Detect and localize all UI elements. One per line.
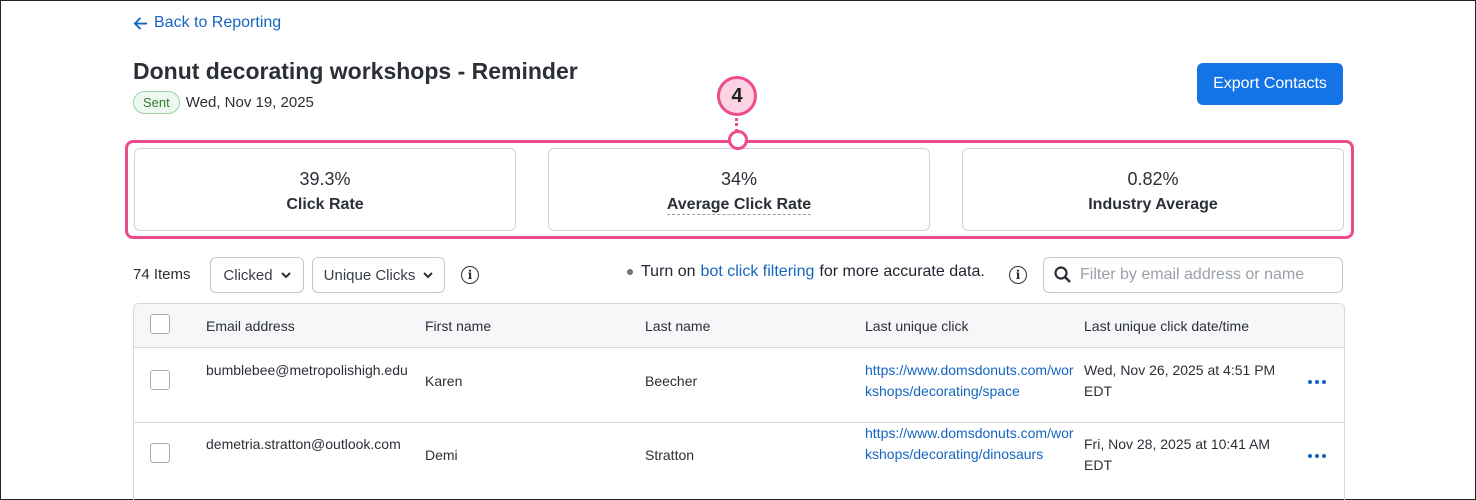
info-icon[interactable]: i — [1009, 266, 1027, 284]
status-badge: Sent — [133, 91, 180, 114]
table-row: bumblebee@metropolishigh.edu Karen Beech… — [134, 348, 1344, 423]
bot-note-suffix: for more accurate data. — [819, 263, 985, 280]
export-contacts-button[interactable]: Export Contacts — [1197, 63, 1343, 105]
dropdown-value: Clicked — [223, 266, 273, 284]
back-label: Back to Reporting — [154, 14, 282, 31]
click-datetime-cell: Wed, Nov 26, 2025 at 4:51 PM EDT — [1084, 362, 1276, 399]
email-cell: bumblebee@metropolishigh.edu — [206, 362, 408, 378]
first-name-cell: Demi — [425, 447, 458, 463]
row-checkbox[interactable] — [150, 443, 170, 463]
filter-type-dropdown[interactable]: Clicked — [210, 257, 304, 293]
items-count: 74 Items — [133, 266, 191, 283]
contacts-table: Email address First name Last name Last … — [133, 303, 1345, 500]
table-header: Email address First name Last name Last … — [134, 304, 1344, 348]
bot-filter-notice: Turn on bot click filtering for more acc… — [627, 263, 985, 281]
row-checkbox[interactable] — [150, 370, 170, 390]
last-name-cell: Beecher — [645, 373, 698, 389]
page-title: Donut decorating workshops - Reminder — [133, 58, 578, 84]
callout-highlight-box — [125, 140, 1354, 239]
callout-number-badge: 4 — [717, 76, 757, 116]
callout-anchor-ring — [728, 130, 748, 150]
last-name-cell: Stratton — [645, 447, 695, 463]
email-cell: demetria.stratton@outlook.com — [206, 436, 401, 452]
chevron-down-icon — [280, 272, 291, 279]
search-box[interactable] — [1043, 257, 1343, 293]
bot-note-prefix: Turn on — [641, 263, 696, 280]
more-options-icon[interactable] — [1308, 378, 1328, 386]
column-header-email[interactable]: Email address — [206, 318, 295, 334]
column-header-click-datetime[interactable]: Last unique click date/time — [1084, 318, 1249, 334]
info-icon[interactable]: i — [461, 266, 479, 284]
bot-click-filtering-link[interactable]: bot click filtering — [701, 263, 815, 281]
back-to-reporting-link[interactable]: Back to Reporting — [133, 14, 281, 32]
search-icon — [1054, 266, 1071, 283]
last-click-link[interactable]: https://www.domsdonuts.com/workshops/dec… — [865, 360, 1075, 402]
column-header-first-name[interactable]: First name — [425, 318, 491, 334]
arrow-left-icon — [133, 16, 148, 30]
more-options-icon[interactable] — [1308, 452, 1328, 460]
dropdown-value: Unique Clicks — [323, 266, 416, 284]
first-name-cell: Karen — [425, 373, 463, 389]
last-click-link[interactable]: https://www.domsdonuts.com/workshops/dec… — [865, 423, 1075, 465]
select-all-checkbox[interactable] — [150, 314, 170, 334]
table-row: demetria.stratton@outlook.com Demi Strat… — [134, 423, 1344, 500]
click-mode-dropdown[interactable]: Unique Clicks — [312, 257, 445, 293]
campaign-meta: Sent Wed, Nov 19, 2025 — [133, 91, 314, 114]
column-header-last-click[interactable]: Last unique click — [865, 318, 969, 334]
column-header-last-name[interactable]: Last name — [645, 318, 710, 334]
sent-date: Wed, Nov 19, 2025 — [185, 94, 314, 111]
bullet-dot — [627, 269, 633, 275]
chevron-down-icon — [423, 272, 434, 279]
click-datetime-cell: Fri, Nov 28, 2025 at 10:41 AM EDT — [1084, 436, 1270, 473]
search-input[interactable] — [1080, 266, 1320, 284]
